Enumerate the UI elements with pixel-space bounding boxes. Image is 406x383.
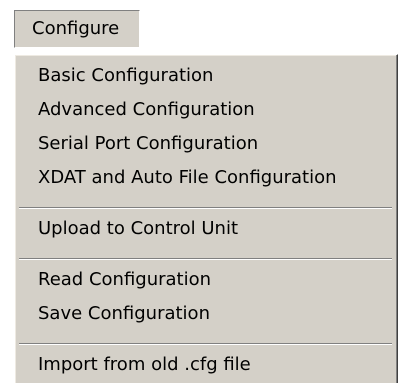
menu-item-advanced-configuration[interactable]: Advanced Configuration (16, 93, 395, 127)
screen: Configure Basic Configuration Advanced C… (0, 0, 406, 383)
menu-separator (19, 343, 392, 345)
menu-item-basic-configuration[interactable]: Basic Configuration (16, 59, 395, 93)
menu-item-save-configuration[interactable]: Save Configuration (16, 297, 395, 331)
menu-separator (19, 207, 392, 209)
configure-dropdown-menu: Basic Configuration Advanced Configurati… (14, 54, 398, 383)
menu-item-serial-port-configuration[interactable]: Serial Port Configuration (16, 127, 395, 161)
menu-item-read-configuration[interactable]: Read Configuration (16, 263, 395, 297)
menu-item-upload-to-control-unit[interactable]: Upload to Control Unit (16, 212, 395, 246)
menu-separator (19, 258, 392, 260)
configure-menu-title[interactable]: Configure (14, 10, 140, 48)
menu-item-xdat-auto-file-configuration[interactable]: XDAT and Auto File Configuration (16, 161, 395, 195)
menu-item-import-old-cfg-file[interactable]: Import from old .cfg file (16, 348, 395, 382)
